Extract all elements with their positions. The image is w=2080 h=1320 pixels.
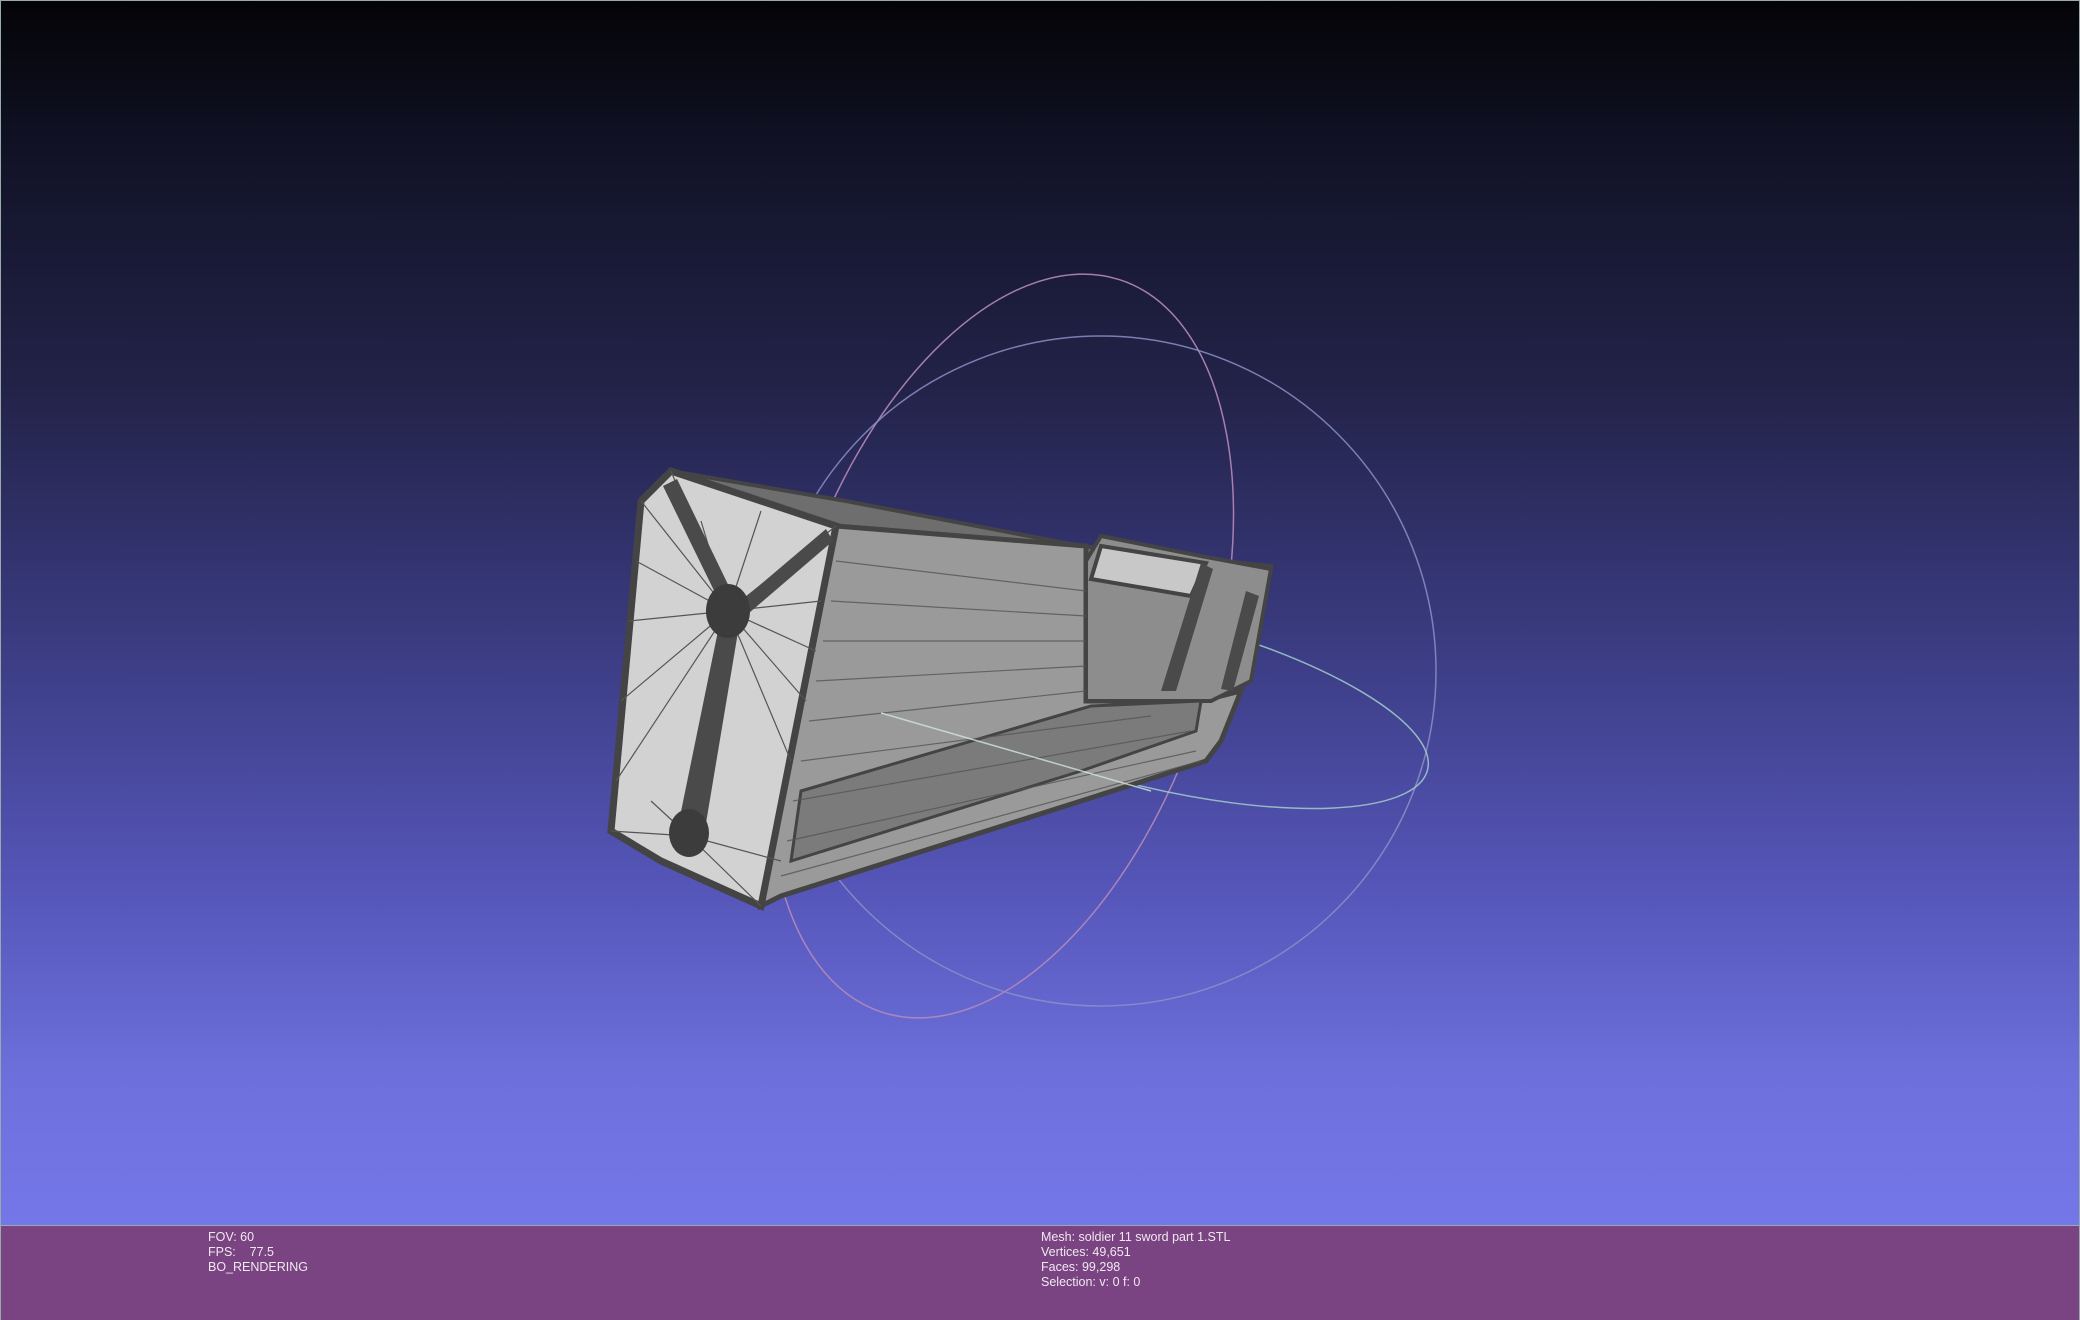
render-mode-label: BO_RENDERING: [208, 1260, 309, 1274]
info-bar: FOV: 60 FPS: 77.5 BO_RENDERING Mesh: sol…: [0, 1226, 2080, 1320]
3d-viewport[interactable]: [0, 0, 2080, 1226]
mesh-name-label: Mesh: soldier 11 sword part 1.STL: [1041, 1230, 1231, 1244]
mesh-model[interactable]: [607, 466, 1274, 911]
selection-label: Selection: v: 0 f: 0: [1041, 1275, 1141, 1289]
fps-label: FPS: 77.5: [208, 1245, 275, 1259]
mesh-hub-lower: [669, 809, 709, 857]
mesh-hub-upper: [706, 584, 750, 638]
vertices-label: Vertices: 49,651: [1041, 1245, 1131, 1259]
faces-label: Faces: 99,298: [1041, 1260, 1121, 1274]
render-info: FOV: 60 FPS: 77.5 BO_RENDERING: [208, 1230, 308, 1275]
fov-label: FOV: 60: [208, 1230, 255, 1244]
scene-canvas[interactable]: [1, 1, 2080, 1227]
mesh-info: Mesh: soldier 11 sword part 1.STL Vertic…: [1041, 1230, 1230, 1290]
